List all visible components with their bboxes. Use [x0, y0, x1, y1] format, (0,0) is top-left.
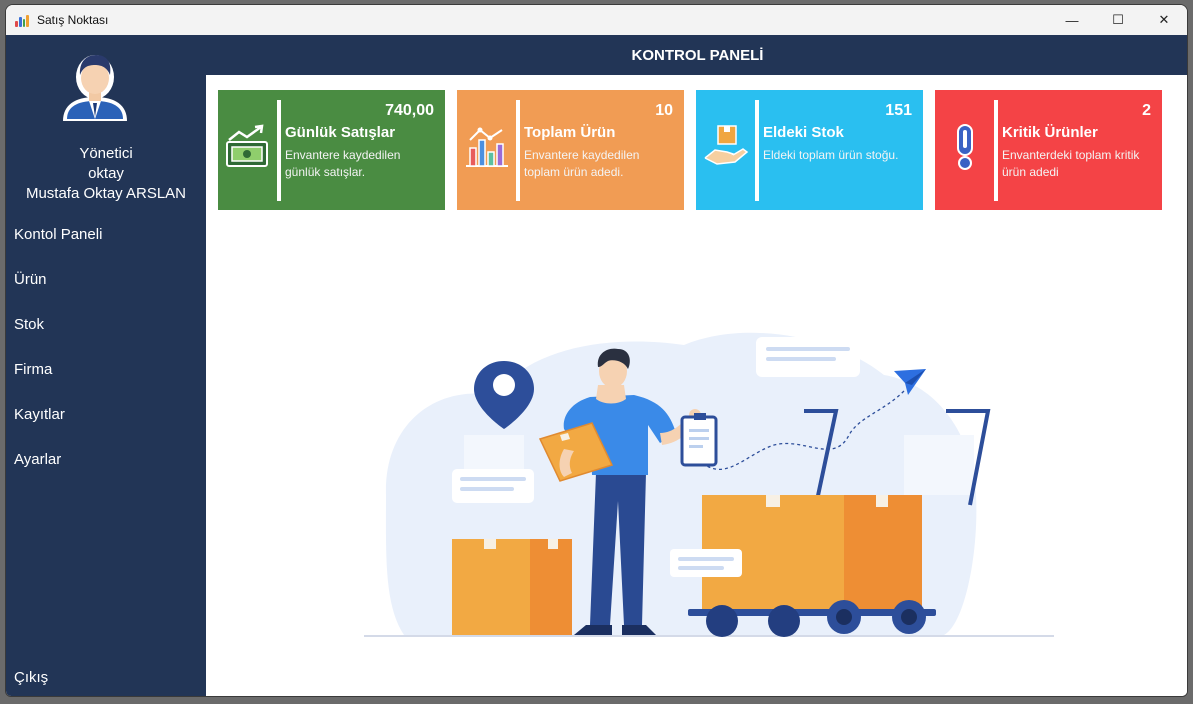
user-fullname: Mustafa Oktay ARSLAN — [25, 185, 187, 202]
app-window: Satış Noktası — ☐ ✕ Yönetici oktay Musta… — [5, 4, 1188, 697]
window-title: Satış Noktası — [37, 13, 109, 27]
page-header: KONTROL PANELİ — [206, 35, 1187, 75]
nav-item-stock[interactable]: Stok — [14, 316, 44, 333]
card-daily-sales[interactable]: 740,00 Günlük Satışlar Envantere kaydedi… — [218, 90, 445, 210]
page-title: KONTROL PANELİ — [631, 46, 764, 64]
card-critical-products[interactable]: 2 Kritik Ürünler Envanterdeki toplam kri… — [935, 90, 1162, 210]
warehouse-illustration — [364, 332, 1054, 637]
card-total-products[interactable]: 10 Toplam Ürün Envantere kaydedilen topl… — [457, 90, 684, 210]
nav-item-company[interactable]: Firma — [14, 361, 52, 378]
title-bar[interactable]: Satış Noktası — ☐ ✕ — [6, 5, 1187, 35]
logout-button[interactable]: Çıkış — [14, 669, 48, 686]
user-avatar-icon — [63, 55, 127, 121]
card-value: 2 — [1142, 102, 1151, 119]
minimize-button[interactable]: — — [1049, 5, 1095, 35]
card-title: Günlük Satışlar — [285, 124, 396, 141]
close-button[interactable]: ✕ — [1141, 5, 1187, 35]
card-divider — [994, 100, 998, 201]
bar-chart-icon — [466, 127, 508, 167]
card-value: 151 — [885, 102, 912, 119]
card-value: 10 — [655, 102, 673, 119]
card-description: Envantere kaydedilen toplam ürün adedi. — [524, 148, 640, 179]
card-title: Toplam Ürün — [524, 124, 616, 141]
nav-item-dashboard[interactable]: Kontol Paneli — [14, 226, 102, 243]
card-divider — [516, 100, 520, 201]
card-title: Kritik Ürünler — [1002, 124, 1098, 141]
money-growth-icon — [226, 124, 268, 167]
nav-item-records[interactable]: Kayıtlar — [14, 406, 65, 423]
card-title: Eldeki Stok — [763, 124, 844, 141]
maximize-button[interactable]: ☐ — [1095, 5, 1141, 35]
app-chart-icon — [15, 13, 29, 27]
card-value: 740,00 — [385, 102, 434, 119]
nav-item-settings[interactable]: Ayarlar — [14, 451, 61, 468]
card-divider — [277, 100, 281, 201]
card-description: Envanterdeki toplam kritik ürün adedi — [1002, 148, 1140, 179]
user-username: oktay — [88, 165, 124, 182]
sidebar: Yönetici oktay Mustafa Oktay ARSLAN Kont… — [6, 35, 206, 696]
card-description: Envantere kaydedilen günlük satışlar. — [285, 148, 401, 179]
hand-box-icon — [704, 125, 749, 165]
exclamation-icon — [957, 124, 973, 170]
card-description: Eldeki toplam ürün stoğu. — [763, 148, 899, 162]
card-divider — [755, 100, 759, 201]
card-stock-on-hand[interactable]: 151 Eldeki Stok Eldeki toplam ürün stoğu… — [696, 90, 923, 210]
nav-item-product[interactable]: Ürün — [14, 271, 47, 288]
user-role: Yönetici — [79, 145, 133, 162]
main-content: 740,00 Günlük Satışlar Envantere kaydedi… — [206, 75, 1187, 696]
